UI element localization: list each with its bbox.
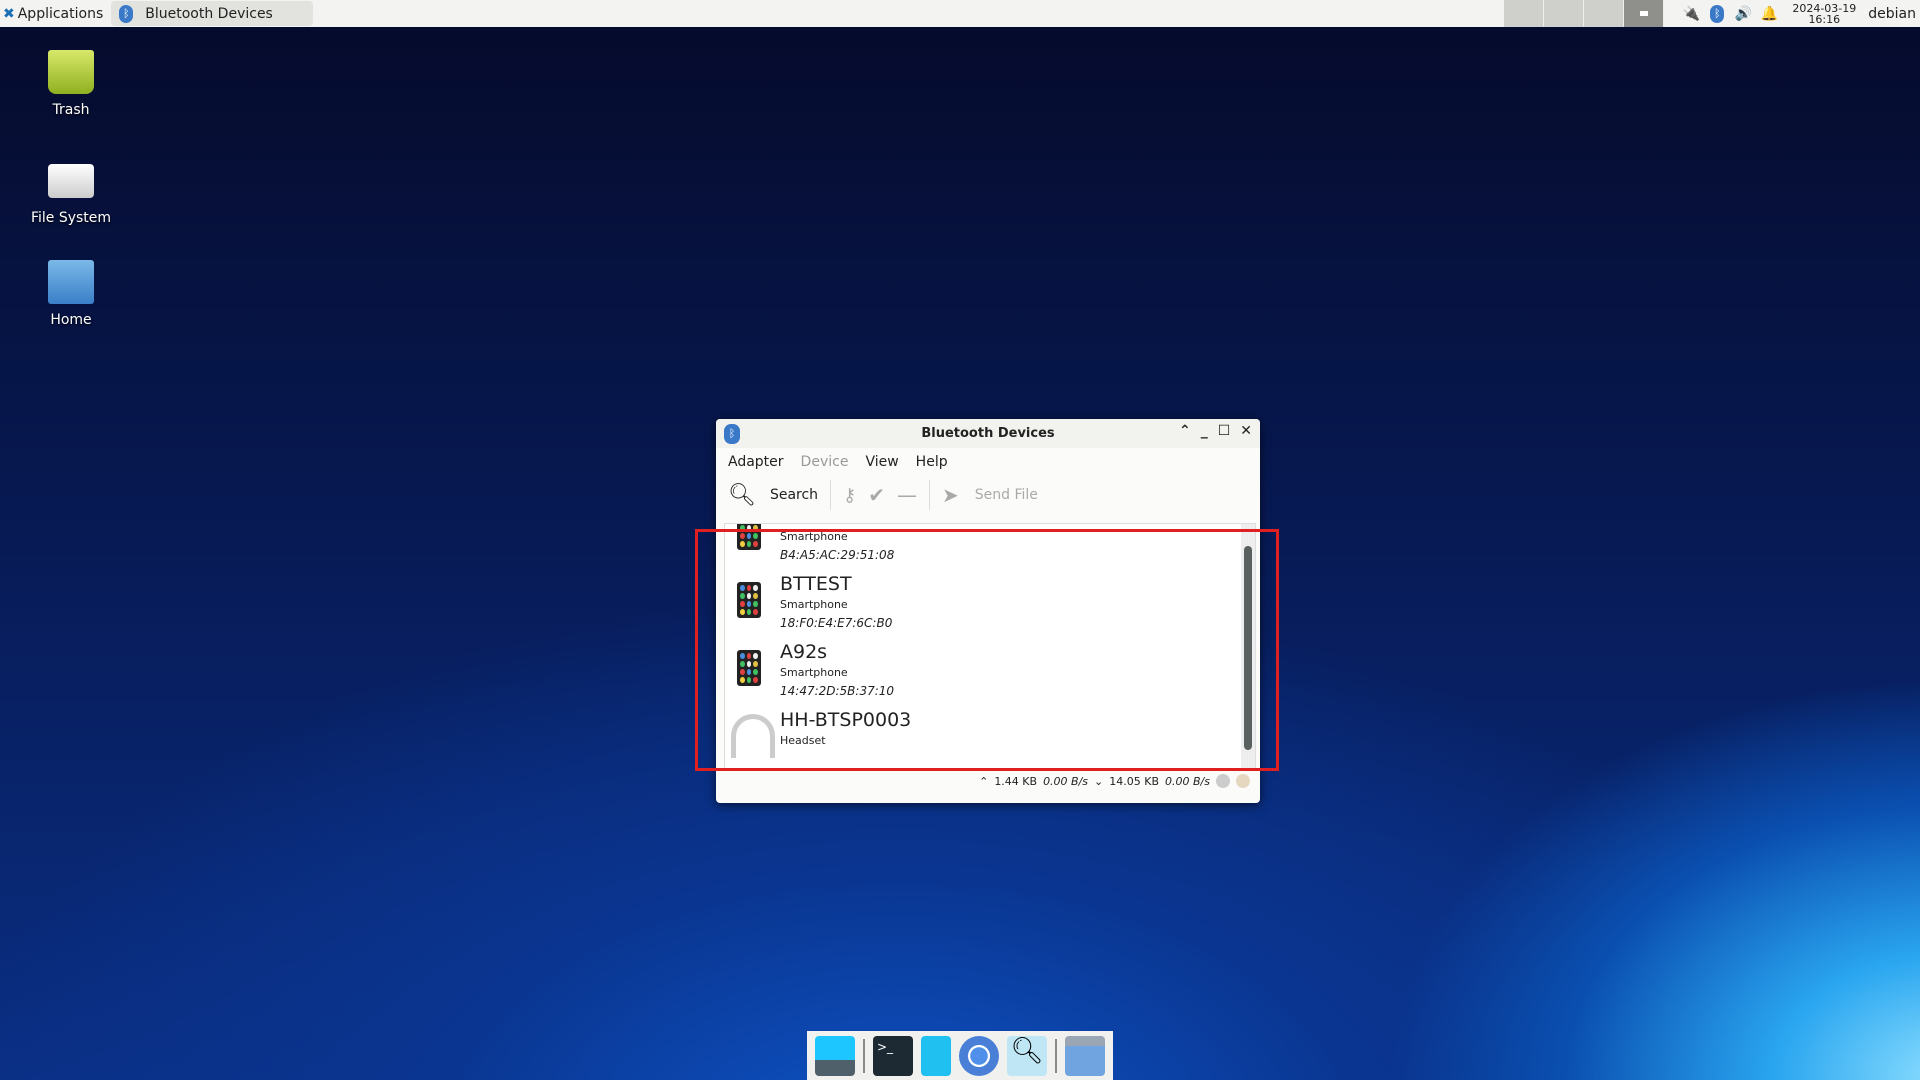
user-menu[interactable]: debian <box>1868 6 1916 22</box>
drive-icon <box>48 164 94 198</box>
send-file-label: Send File <box>974 487 1038 503</box>
send-file-button[interactable]: ➤ Send File <box>942 483 1038 507</box>
bluetooth-icon: ᛒ <box>119 4 134 23</box>
trash-icon <box>48 50 94 94</box>
trust-check-icon[interactable]: ✔ <box>868 483 885 507</box>
separator <box>929 480 930 510</box>
applications-label: Applications <box>17 5 104 22</box>
volume-icon[interactable]: 🔊 <box>1730 6 1756 22</box>
shade-button[interactable]: ⌃ <box>1179 423 1191 439</box>
maximize-button[interactable]: ☐ <box>1218 423 1231 439</box>
desktop-label: Home <box>50 312 92 328</box>
status-bar: ⌃ 1.44 KB 0.00 B/s ⌄ 14.05 KB 0.00 B/s <box>979 774 1250 788</box>
close-button[interactable]: ✕ <box>1240 423 1252 439</box>
task-label: Bluetooth Devices <box>145 5 273 22</box>
separator <box>1055 1038 1057 1073</box>
separator <box>830 480 832 510</box>
applications-menu[interactable]: ✖ Applications <box>0 6 103 22</box>
network-icon[interactable]: 🔌 <box>1678 6 1704 22</box>
workspace-1[interactable] <box>1504 0 1545 27</box>
menu-adapter[interactable]: Adapter <box>728 454 784 470</box>
search-icon: 🔍︎ <box>728 482 756 508</box>
download-arrow-icon: ⌄ <box>1094 774 1104 788</box>
desktop-label: Trash <box>52 102 90 118</box>
separator <box>863 1038 865 1073</box>
send-plane-icon: ➤ <box>942 483 959 507</box>
system-tray: 🔌 ᛒ 🔊 🔔 2024-03-19 16:16 debian <box>1504 0 1920 27</box>
clock-date: 2024-03-19 <box>1792 1 1857 15</box>
desktop-icon-home[interactable]: Home <box>20 260 122 328</box>
bluetooth-tray-icon[interactable]: ᛒ <box>1704 4 1730 23</box>
search-button[interactable]: 🔍︎ Search <box>728 483 818 508</box>
upload-total: 1.44 KB <box>994 774 1038 788</box>
rx-indicator-icon <box>1236 774 1250 788</box>
workspace-2[interactable] <box>1544 0 1585 27</box>
upload-rate: 0.00 B/s <box>1043 774 1089 788</box>
tx-indicator-icon <box>1216 774 1230 788</box>
chromium-icon[interactable] <box>959 1035 999 1076</box>
menu-help[interactable]: Help <box>916 454 948 470</box>
clock-time: 16:16 <box>1808 12 1841 26</box>
download-total: 14.05 KB <box>1109 774 1160 788</box>
workspace-3[interactable] <box>1584 0 1625 27</box>
pair-key-icon[interactable]: ⚷ <box>843 485 856 506</box>
show-desktop-icon[interactable] <box>815 1035 855 1076</box>
highlight-rectangle <box>695 529 1279 771</box>
desktop-icon-file-system[interactable]: File System <box>20 158 122 226</box>
minimize-button[interactable]: _ <box>1201 423 1208 439</box>
search-label: Search <box>769 487 819 503</box>
home-folder-icon <box>48 260 94 304</box>
remove-icon[interactable]: — <box>897 483 917 507</box>
title-bar[interactable]: ᛒ Bluetooth Devices ⌃ _ ☐ ✕ <box>716 419 1260 448</box>
top-panel: ✖ Applications ᛒ Bluetooth Devices 🔌 ᛒ 🔊… <box>0 0 1920 27</box>
search-app-icon[interactable]: 🔍︎ <box>1007 1035 1047 1076</box>
xfce-logo-icon: ✖ <box>3 5 15 22</box>
clock[interactable]: 2024-03-19 16:16 <box>1792 3 1856 25</box>
dock: >_ 🔍︎ <box>807 1031 1113 1080</box>
desktop-label: File System <box>30 210 112 226</box>
menu-view[interactable]: View <box>865 454 898 470</box>
taskbar-button-bluetooth-devices[interactable]: ᛒ Bluetooth Devices <box>111 1 313 26</box>
file-cabinet-icon[interactable] <box>921 1035 951 1076</box>
toolbar: 🔍︎ Search ⚷ ✔ — ➤ Send File <box>716 476 1260 514</box>
folder-icon[interactable] <box>1065 1035 1105 1076</box>
upload-arrow-icon: ⌃ <box>979 774 989 788</box>
terminal-icon[interactable]: >_ <box>873 1035 913 1076</box>
menu-device[interactable]: Device <box>801 454 849 470</box>
notification-bell-icon[interactable]: 🔔 <box>1756 6 1782 22</box>
workspace-4[interactable] <box>1624 0 1665 27</box>
menu-bar: Adapter Device View Help <box>716 448 1260 476</box>
download-rate: 0.00 B/s <box>1165 774 1210 788</box>
desktop-icon-trash[interactable]: Trash <box>20 50 122 118</box>
